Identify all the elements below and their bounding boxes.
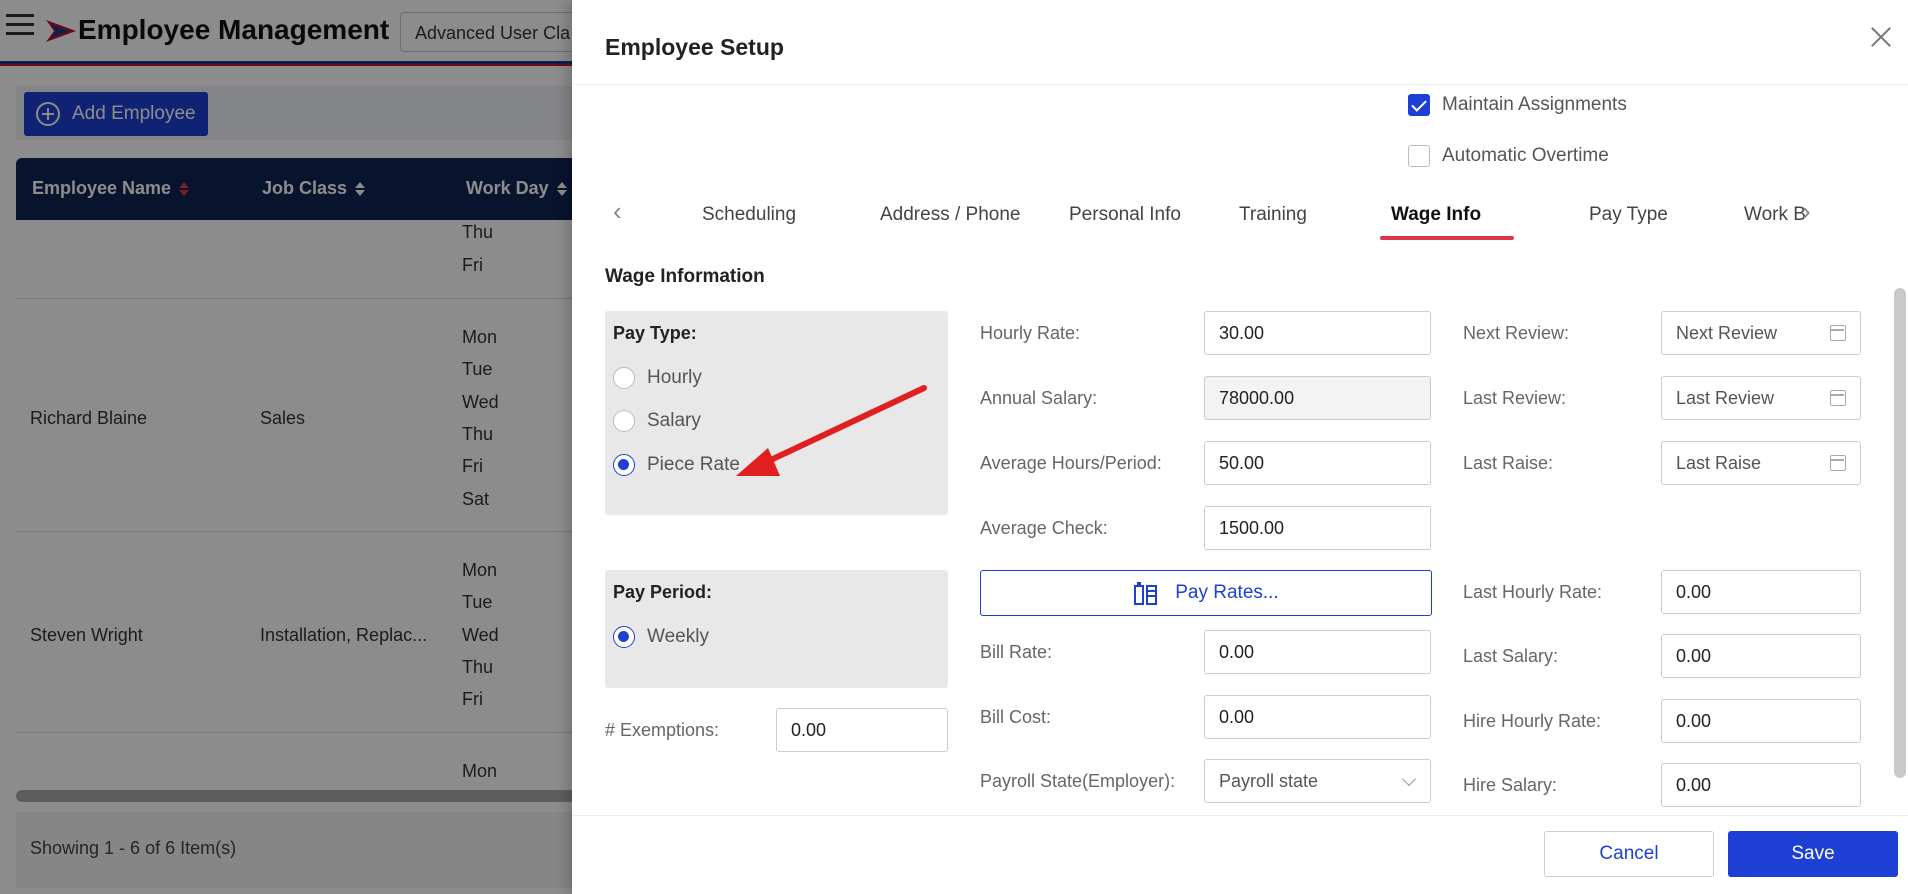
checkbox-icon	[1408, 145, 1430, 167]
section-title: Wage Information	[605, 266, 765, 287]
chevron-left-icon[interactable]: ‹	[613, 196, 622, 227]
calendar-icon	[1830, 390, 1846, 406]
pay-period-panel: Pay Period: Weekly	[605, 570, 948, 688]
radio-weekly[interactable]: Weekly	[613, 626, 709, 648]
bill-cost-label: Bill Cost:	[980, 707, 1052, 727]
vertical-scrollbar[interactable]	[1894, 288, 1906, 778]
annotation-arrow	[736, 385, 927, 476]
radio-icon	[613, 410, 635, 432]
pay-rates-icon	[1134, 582, 1158, 605]
maintain-assignments-checkbox[interactable]: Maintain Assignments	[1408, 94, 1627, 116]
active-tab-indicator	[1380, 236, 1514, 240]
bill-cost-input[interactable]: 0.00	[1204, 695, 1431, 739]
radio-hourly[interactable]: Hourly	[613, 367, 702, 389]
hire-salary-input[interactable]: 0.00	[1661, 763, 1861, 807]
hire-hourly-rate-label: Hire Hourly Rate:	[1463, 711, 1602, 731]
drawer-title: Employee Setup	[605, 34, 784, 60]
last-review-date-input[interactable]: Last Review	[1661, 376, 1861, 420]
tab-scheduling[interactable]: Scheduling	[702, 204, 796, 226]
cancel-button[interactable]: Cancel	[1544, 831, 1714, 877]
pay-period-title: Pay Period:	[613, 582, 713, 602]
annual-salary-input: 78000.00	[1204, 376, 1431, 420]
calendar-icon	[1830, 455, 1846, 471]
average-check-input[interactable]: 1500.00	[1204, 506, 1431, 550]
payroll-state-select[interactable]: Payroll state	[1204, 759, 1431, 803]
tab-bar: ‹ Scheduling Address / Phone Personal In…	[605, 196, 1880, 242]
bill-rate-input[interactable]: 0.00	[1204, 630, 1431, 674]
tab-address-phone[interactable]: Address / Phone	[880, 204, 1020, 226]
hourly-rate-input[interactable]: 30.00	[1204, 311, 1431, 355]
average-check-label: Average Check:	[980, 518, 1108, 538]
automatic-overtime-checkbox[interactable]: Automatic Overtime	[1408, 145, 1609, 167]
payroll-state-label: Payroll State(Employer):	[980, 771, 1176, 791]
tab-training[interactable]: Training	[1239, 204, 1307, 226]
exemptions-input[interactable]: 0.00	[776, 708, 948, 752]
annual-salary-label: Annual Salary:	[980, 388, 1098, 408]
last-salary-input[interactable]: 0.00	[1661, 634, 1861, 678]
average-hours-input[interactable]: 50.00	[1204, 441, 1431, 485]
tab-pay-type[interactable]: Pay Type	[1589, 204, 1668, 226]
radio-icon	[613, 367, 635, 389]
tab-wage-info[interactable]: Wage Info	[1391, 204, 1481, 226]
hourly-rate-label: Hourly Rate:	[980, 323, 1081, 343]
tab-work-b[interactable]: Work B	[1744, 204, 1806, 226]
maintain-assignments-label: Maintain Assignments	[1442, 94, 1627, 115]
pay-type-title: Pay Type:	[613, 323, 697, 343]
last-hourly-rate-input[interactable]: 0.00	[1661, 570, 1861, 614]
pay-rates-label: Pay Rates...	[1175, 582, 1279, 603]
close-icon[interactable]	[1870, 26, 1892, 48]
next-review-label: Next Review:	[1463, 323, 1570, 343]
hire-hourly-rate-input[interactable]: 0.00	[1661, 699, 1861, 743]
automatic-overtime-label: Automatic Overtime	[1442, 145, 1609, 166]
save-button[interactable]: Save	[1728, 831, 1898, 877]
next-review-date-input[interactable]: Next Review	[1661, 311, 1861, 355]
last-hourly-rate-label: Last Hourly Rate:	[1463, 582, 1603, 602]
calendar-icon	[1830, 325, 1846, 341]
last-raise-date-input[interactable]: Last Raise	[1661, 441, 1861, 485]
hire-salary-label: Hire Salary:	[1463, 775, 1558, 795]
drawer-footer: Cancel Save	[572, 815, 1908, 894]
pay-rates-button[interactable]: Pay Rates...	[980, 570, 1432, 616]
modal-overlay[interactable]	[0, 0, 572, 894]
last-raise-label: Last Raise:	[1463, 453, 1554, 473]
last-salary-label: Last Salary:	[1463, 646, 1559, 666]
last-review-label: Last Review:	[1463, 388, 1567, 408]
average-hours-label: Average Hours/Period:	[980, 453, 1162, 473]
tab-personal-info[interactable]: Personal Info	[1069, 204, 1181, 226]
radio-selected-icon	[613, 454, 635, 476]
chevron-down-icon	[1401, 771, 1417, 787]
chevron-right-icon[interactable]: ›	[1802, 196, 1811, 227]
radio-selected-icon	[613, 626, 635, 648]
drawer-header: Employee Setup	[572, 0, 1908, 85]
radio-salary[interactable]: Salary	[613, 410, 701, 432]
radio-piece-rate[interactable]: Piece Rate	[613, 454, 740, 476]
bill-rate-label: Bill Rate:	[980, 642, 1053, 662]
checkbox-checked-icon	[1408, 94, 1430, 116]
exemptions-label: # Exemptions:	[605, 720, 720, 740]
